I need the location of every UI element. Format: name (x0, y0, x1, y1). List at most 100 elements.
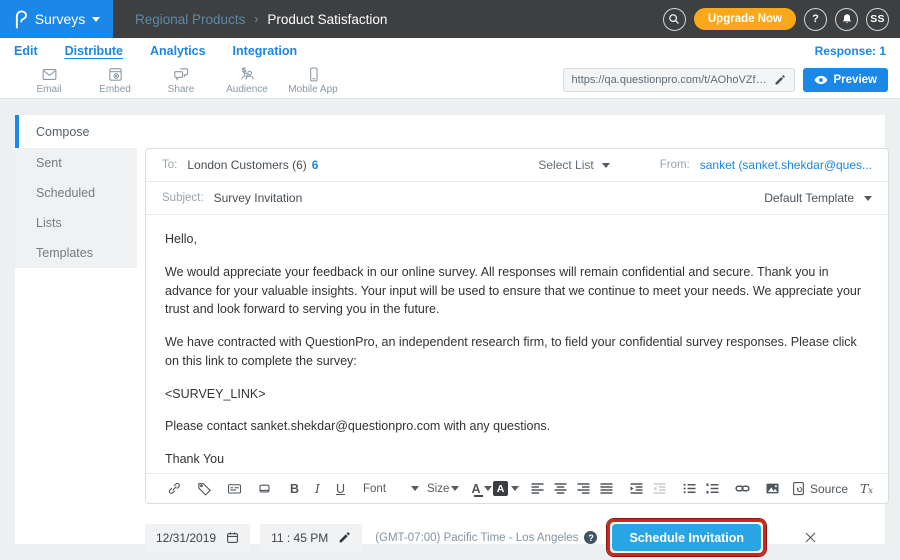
font-label: Font (363, 483, 386, 495)
edit-pencil-icon[interactable] (774, 74, 786, 86)
align-left-button[interactable] (526, 477, 549, 501)
italic-button[interactable]: I (306, 477, 329, 501)
close-icon (803, 530, 818, 545)
tab-edit[interactable]: Edit (14, 44, 38, 58)
schedule-invitation-button[interactable]: Schedule Invitation (612, 524, 761, 551)
date-value[interactable]: 12/31/2019 (156, 531, 216, 545)
align-right-button[interactable] (572, 477, 595, 501)
sidebar-item-compose[interactable]: Compose (15, 115, 137, 148)
font-family-dropdown[interactable]: Font (359, 477, 423, 501)
tab-integration[interactable]: Integration (233, 44, 298, 58)
numbered-list-button[interactable] (701, 477, 724, 501)
channel-label: Embed (99, 84, 131, 95)
numbered-list-icon (705, 481, 720, 496)
sidebar-item-lists[interactable]: Lists (15, 208, 137, 238)
align-left-icon (530, 481, 545, 496)
date-picker[interactable]: 12/31/2019 (145, 524, 250, 552)
mobile-app-icon (305, 66, 322, 83)
close-button[interactable] (803, 530, 818, 545)
chevron-down-icon (92, 17, 100, 22)
font-size-dropdown[interactable]: Size (423, 477, 463, 501)
from-sender-value[interactable]: sanket (sanket.shekdar@ques... (700, 158, 872, 172)
from-label: From: (660, 159, 690, 171)
timezone-label: (GMT-07:00) Pacific Time - Los Angeles (375, 532, 578, 544)
align-center-button[interactable] (549, 477, 572, 501)
channel-audience[interactable]: Audience (214, 66, 280, 95)
source-button[interactable]: Source (791, 477, 848, 501)
insert-tag-button[interactable] (193, 477, 216, 501)
user-avatar[interactable]: SS (866, 8, 889, 31)
breadcrumb-separator-icon: › (254, 12, 258, 26)
align-center-icon (553, 481, 568, 496)
tab-distribute[interactable]: Distribute (65, 44, 123, 58)
breadcrumb-current: Product Satisfaction (267, 12, 387, 27)
preview-button[interactable]: Preview (803, 68, 888, 92)
surveys-product-menu[interactable]: Surveys (0, 0, 113, 38)
template-label: Default Template (764, 191, 854, 205)
bg-color-glyph: A (493, 481, 508, 496)
tab-analytics[interactable]: Analytics (150, 44, 206, 58)
email-sidebar: Compose Sent Scheduled Lists Templates (15, 115, 137, 544)
source-document-icon (791, 481, 806, 496)
edit-pencil-icon[interactable] (338, 531, 351, 544)
eye-icon (814, 75, 828, 85)
calendar-icon[interactable] (226, 531, 239, 544)
body-paragraph: We would appreciate your feedback in our… (165, 263, 869, 319)
to-recipient-list[interactable]: London Customers (6) (187, 158, 306, 172)
channel-embed[interactable]: Embed (82, 66, 148, 95)
channel-share[interactable]: Share (148, 66, 214, 95)
select-list-dropdown[interactable]: Select List (538, 158, 609, 172)
outdent-button[interactable] (648, 477, 671, 501)
sidebar-item-sent[interactable]: Sent (15, 148, 137, 178)
timezone-help-button[interactable]: ? (584, 531, 597, 544)
text-color-button[interactable]: A (470, 477, 493, 501)
size-label: Size (427, 483, 449, 495)
insert-link-button[interactable] (731, 477, 754, 501)
insert-card-button[interactable] (223, 477, 246, 501)
remove-format-glyph-x: x (868, 486, 873, 496)
email-body-editor[interactable]: Hello, We would appreciate your feedback… (146, 215, 888, 473)
subject-input[interactable]: Survey Invitation (214, 191, 303, 205)
channel-label: Share (168, 84, 195, 95)
insert-button-widget[interactable] (253, 477, 276, 501)
share-icon (173, 66, 190, 83)
align-justify-icon (599, 481, 614, 496)
insert-image-button[interactable] (761, 477, 784, 501)
template-dropdown[interactable]: Default Template (764, 191, 872, 205)
survey-url-field[interactable]: https://qa.questionpro.com/t/AOhoVZfqml (563, 68, 795, 92)
sidebar-item-label: Lists (36, 216, 62, 230)
sidebar-item-label: Scheduled (36, 186, 95, 200)
survey-url-value[interactable]: https://qa.questionpro.com/t/AOhoVZfqml (572, 74, 768, 86)
align-justify-button[interactable] (595, 477, 618, 501)
underline-button[interactable]: U (329, 477, 352, 501)
source-label: Source (810, 482, 848, 496)
remove-format-button[interactable]: T x (855, 477, 878, 501)
bullet-list-button[interactable] (678, 477, 701, 501)
indent-button[interactable] (625, 477, 648, 501)
bold-button[interactable]: B (283, 477, 306, 501)
embed-icon (107, 66, 124, 83)
breadcrumb-parent[interactable]: Regional Products (135, 12, 245, 27)
sidebar-item-scheduled[interactable]: Scheduled (15, 178, 137, 208)
time-picker[interactable]: 11 : 45 PM (260, 524, 362, 552)
body-paragraph: Hello, (165, 230, 869, 249)
chevron-down-icon (864, 196, 872, 201)
breadcrumb: Regional Products › Product Satisfaction (135, 12, 387, 27)
upgrade-now-button[interactable]: Upgrade Now (694, 8, 796, 30)
background-color-button[interactable]: A (493, 477, 519, 501)
email-icon (41, 66, 58, 83)
insert-survey-link-button[interactable] (163, 477, 186, 501)
help-button[interactable]: ? (804, 8, 827, 31)
search-button[interactable] (663, 8, 686, 31)
annotation-highlight: Schedule Invitation (607, 519, 766, 556)
align-right-icon (576, 481, 591, 496)
notifications-button[interactable] (835, 8, 858, 31)
schedule-bar: 12/31/2019 11 : 45 PM (GMT-07:00) Pacifi… (145, 519, 889, 556)
channel-mobile-app[interactable]: Mobile App (280, 66, 346, 95)
sidebar-item-templates[interactable]: Templates (15, 238, 137, 268)
time-value[interactable]: 11 : 45 PM (271, 531, 328, 545)
chevron-down-icon (511, 486, 519, 491)
select-list-label: Select List (538, 158, 593, 172)
survey-nav-tabs: Edit Distribute Analytics Integration Re… (0, 38, 900, 63)
channel-email[interactable]: Email (16, 66, 82, 95)
